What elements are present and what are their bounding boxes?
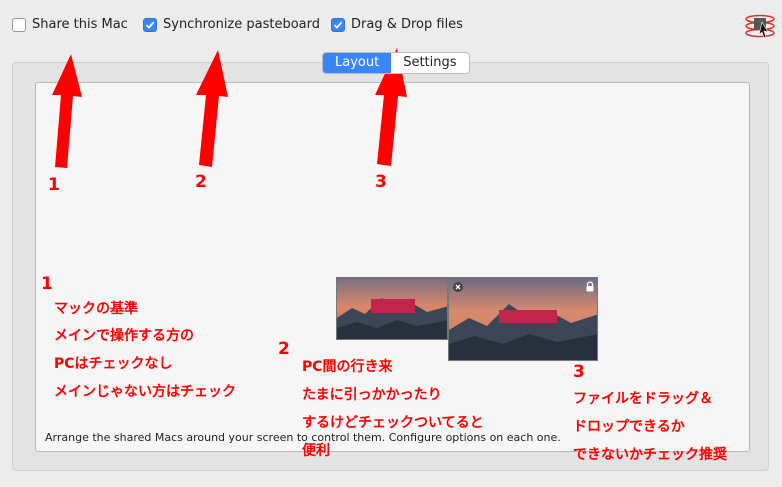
- arrow-2: [196, 50, 228, 167]
- note3-line: できないかチェック推奨: [573, 447, 727, 463]
- note1-number: 1: [41, 274, 53, 294]
- note3-number: 3: [573, 362, 585, 382]
- note2-line: たまに引っかかったり: [302, 387, 442, 403]
- note1-line: PCはチェックなし: [54, 356, 173, 372]
- note2-line: PC間の行き来: [302, 359, 393, 375]
- tab-layout[interactable]: Layout: [323, 53, 392, 73]
- note2-number: 2: [278, 339, 290, 359]
- note1-line: マックの基準: [54, 301, 138, 317]
- note1-line: メインじゃない方はチェック: [54, 384, 236, 400]
- tab-settings[interactable]: Settings: [391, 53, 468, 73]
- arrow-number-1: 1: [48, 175, 60, 195]
- arrow-number-2: 2: [195, 172, 207, 192]
- note2-line: 便利: [302, 443, 330, 459]
- note3-line: ファイルをドラッグ＆: [573, 391, 713, 407]
- arrow-number-3: 3: [375, 172, 387, 192]
- layout-settings-tabs: Layout Settings: [322, 52, 470, 74]
- note3-line: ドロップできるか: [573, 419, 685, 435]
- note1-line: メインで操作する方の: [54, 328, 194, 344]
- arrow-1: [52, 54, 82, 168]
- note2-line: するけどチェックついてると: [302, 415, 484, 431]
